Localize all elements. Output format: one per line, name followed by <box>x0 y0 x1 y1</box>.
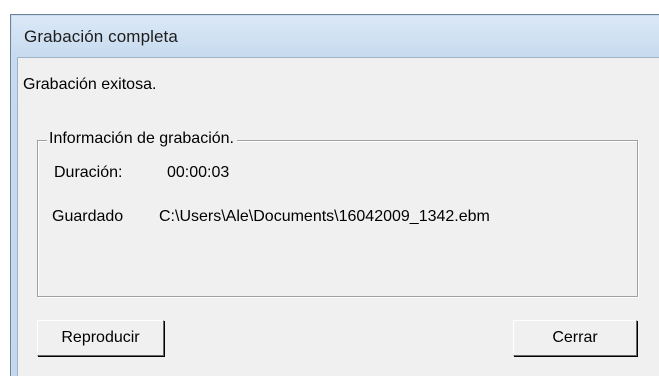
play-button[interactable]: Reproducir <box>37 320 164 356</box>
recording-info-legend: Información de grabación. <box>47 130 237 148</box>
duration-value: 00:00:03 <box>167 164 230 181</box>
saved-path-value: C:\Users\Ale\Documents\16042009_1342.ebm <box>159 208 490 225</box>
duration-label: Duración: <box>54 164 123 181</box>
saved-label: Guardado <box>52 208 124 225</box>
status-message: Grabación exitosa. <box>23 76 157 93</box>
close-button[interactable]: Cerrar <box>513 320 637 356</box>
window-title: Grabación completa <box>24 27 178 46</box>
window-titlebar[interactable]: Grabación completa <box>12 16 659 56</box>
